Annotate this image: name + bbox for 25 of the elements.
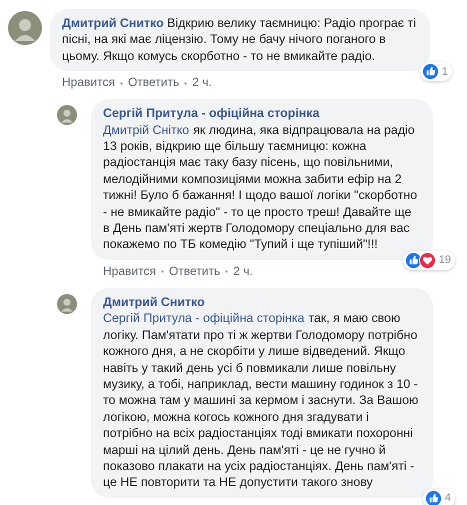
comment-action-link[interactable]: Ответить <box>168 264 220 278</box>
mention-link[interactable]: Сергій Притула - офіційна сторінка <box>103 311 304 326</box>
comment-text: Дмитрий Снитко Сергій Притула - офіційна сторінка так, я маю свою логіку. Пам'ятати про ті ж жертви Голодомору потрібно кожного дня, а не скорбіти у лише відведений. Якщо навіть у такий день усі б повмикали лише повільну музику, а тобі, наприклад, вести машину годинок з 10 - то можна там у машині за кермом і заснути. За Вашою логікою, можна когось кожного дня згадувати і потрібно на всіх радіостанціях тоді вмикати похоронні марші на цілий день. День пам'яті - це не гучно й показово плакати на усіх радіостанціях. День пам'яті - це НЕ повторити та НЕ допустити такого знову <box>103 294 420 491</box>
author-link[interactable]: Сергій Притула - офіційна сторінка <box>103 106 320 120</box>
comment-time[interactable]: 2 ч. <box>233 264 253 278</box>
comment-action-link[interactable]: Ответить <box>128 75 180 90</box>
author-link[interactable]: Дмитрий Снитко <box>62 16 164 30</box>
avatar-icon[interactable] <box>57 105 77 126</box>
comment-action-link[interactable]: Нравится <box>103 264 156 278</box>
comment-time[interactable]: 2 ч. <box>192 75 212 90</box>
reaction-counter[interactable]: 19 <box>402 250 455 270</box>
reaction-counter[interactable]: 4 <box>422 488 455 505</box>
author-link[interactable]: Дмитрий Снитко <box>103 294 205 309</box>
separator-dot <box>184 82 188 85</box>
mention-link[interactable]: Дмитрій Снітко <box>103 122 190 137</box>
reaction-counter[interactable]: 1 <box>420 62 452 82</box>
separator-dot <box>160 270 164 274</box>
separator-dot <box>225 270 228 274</box>
avatar-icon[interactable] <box>8 11 42 45</box>
avatar-icon[interactable] <box>57 294 77 314</box>
comment-action-link[interactable]: Нравится <box>62 75 115 90</box>
comment-text: Дмитрий Снитко Відкрию велику таємницю: Радіо програє ті пісні, на які має ліцензію. Тому не бачу нічого поганого в цьому. Якщо комусь скорботно - то не вмикайте радіо. <box>62 15 417 64</box>
separator-dot <box>120 82 123 85</box>
comment-text: Сергій Притула - офіційна сторінка Дмитрій Снітко як людина, яка відпрацювала на радіо 13 років, відкрию ще більшу таємницю: кожна радіостанція має таку базу пісень, що повільними, мелодійними композиціями можна забити ефір на 2 тижні! Було б бажання! І щодо вашої логіки "скорботно - не вмикайте радіо" - то це просто треш! Давайте ще в День пам'яті жертв Голодомору спеціально для вас покажемо по ТБ комедію "Тупий і ще тупіший"!!! <box>103 105 418 253</box>
thumbs-up-icon <box>422 63 439 80</box>
